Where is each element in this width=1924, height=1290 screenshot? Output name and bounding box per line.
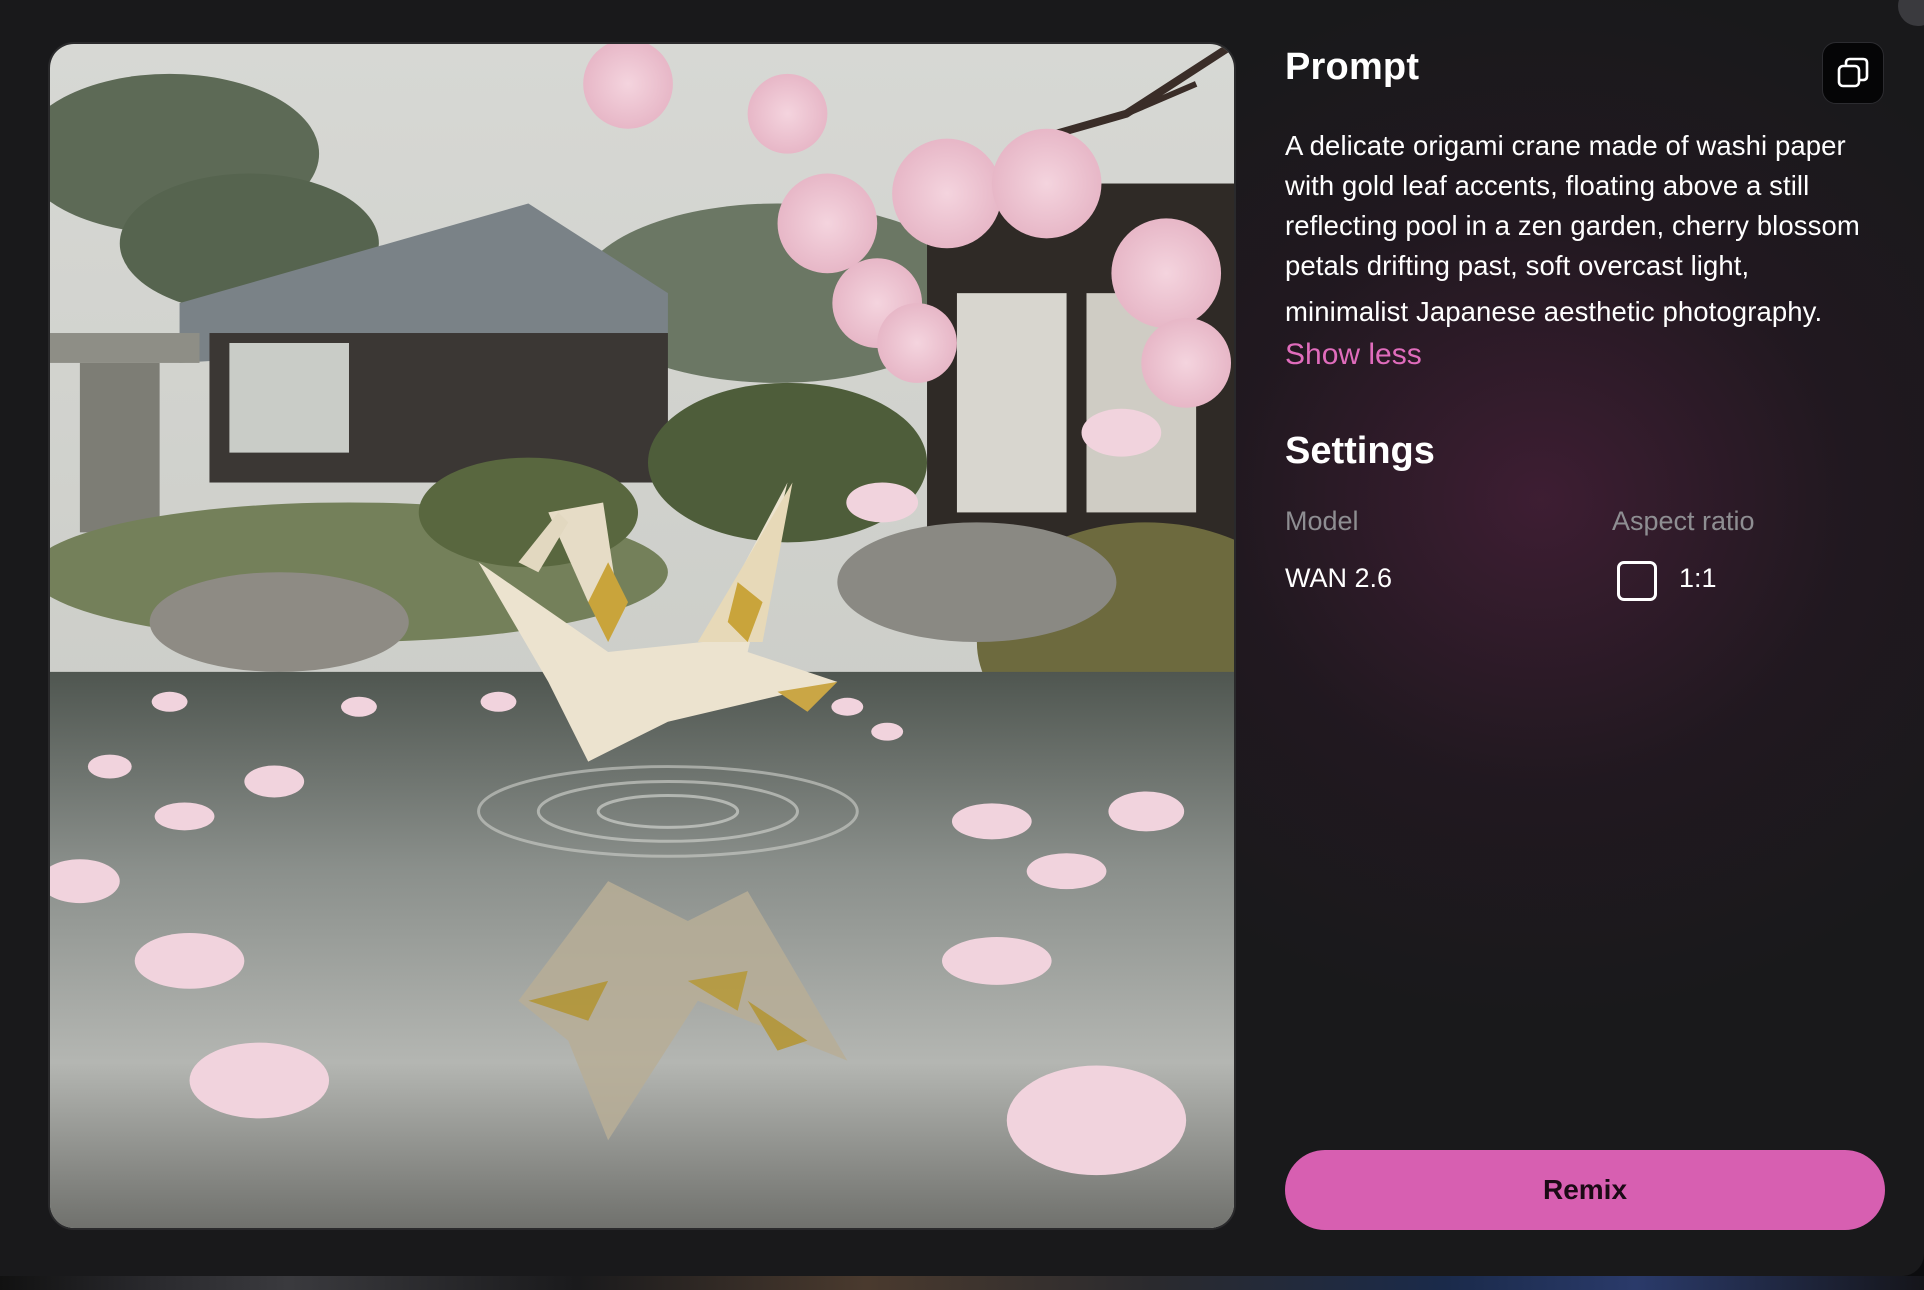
page: Prompt A delicate origami crane made of … (0, 0, 1924, 1290)
image-detail-modal: Prompt A delicate origami crane made of … (0, 0, 1924, 1276)
prompt-line: petals drifting past, soft overcast ligh… (1285, 250, 1750, 281)
prompt-line: minimalist Japanese aesthetic photograph… (1285, 296, 1823, 327)
remix-button[interactable]: Remix (1285, 1150, 1885, 1230)
settings-heading: Settings (1285, 430, 1435, 472)
prompt-heading: Prompt (1285, 46, 1420, 88)
generated-image (48, 42, 1236, 1230)
prompt-text: A delicate origami crane made of washi p… (1285, 126, 1885, 332)
square-icon (1617, 561, 1657, 601)
close-button[interactable] (1898, 0, 1924, 26)
model-label: Model (1285, 506, 1359, 536)
prompt-line: with gold leaf accents, floating above a… (1285, 170, 1810, 201)
prompt-line: A delicate origami crane made of washi p… (1285, 130, 1846, 161)
aspect-ratio-label: Aspect ratio (1612, 506, 1755, 536)
show-less-link[interactable]: Show less (1285, 338, 1422, 372)
details-panel: Prompt A delicate origami crane made of … (1285, 0, 1885, 1276)
background-peek (0, 1276, 1924, 1290)
generated-image-artwork (50, 44, 1234, 1228)
copy-prompt-button[interactable] (1822, 42, 1884, 104)
prompt-line: reflecting pool in a zen garden, cherry … (1285, 210, 1860, 241)
copy-icon (1837, 57, 1869, 88)
aspect-ratio-value: 1:1 (1679, 563, 1717, 593)
model-value: WAN 2.6 (1285, 563, 1393, 593)
